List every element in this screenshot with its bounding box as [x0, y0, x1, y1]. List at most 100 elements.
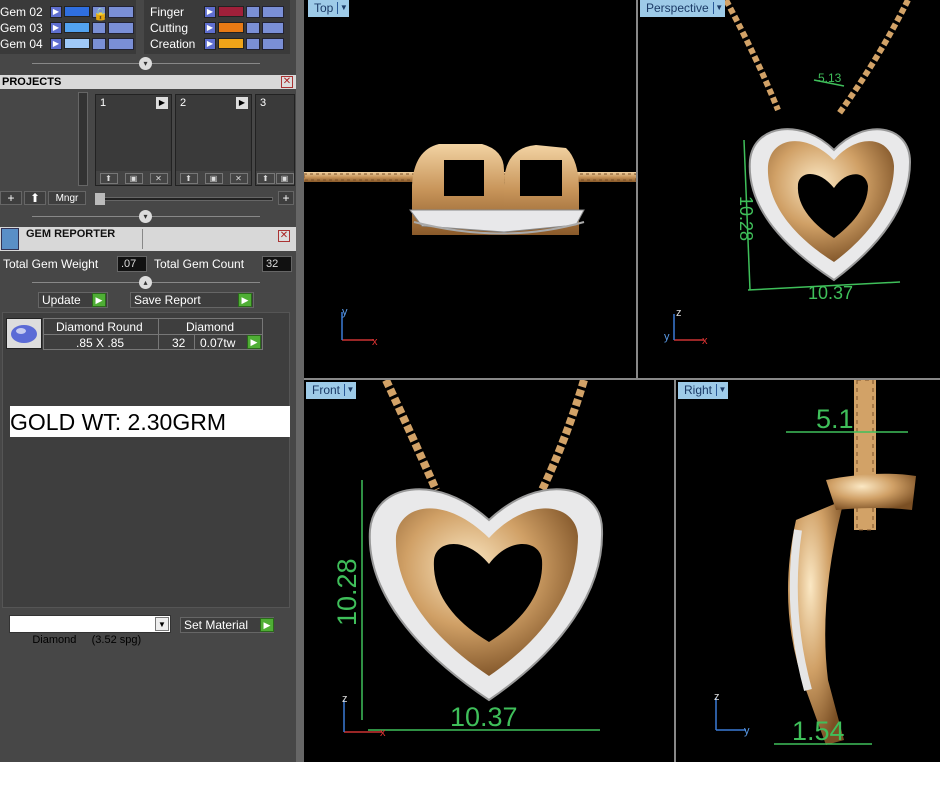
close-icon[interactable]: ✕ — [281, 76, 293, 88]
app-window: Gem 02 ▶ 🔒 Gem 03 ▶ Gem 04 ▶ Finger ▶ Cu… — [0, 0, 940, 762]
lock-toggle[interactable] — [246, 21, 260, 34]
viewport-divider[interactable] — [636, 0, 638, 378]
play-icon[interactable]: ▶ — [50, 21, 62, 34]
save-icon[interactable]: ▣ — [124, 172, 143, 184]
slider-thumb[interactable] — [95, 193, 105, 205]
chain-shape — [382, 380, 440, 492]
material-swatch[interactable] — [64, 22, 90, 33]
project-slot[interactable]: 2 ▶ ⬆ ▣ ✕ — [175, 94, 252, 186]
viewport-front[interactable]: 10.37 10.28 z x Front ▼ — [304, 380, 674, 762]
axis-label: y — [342, 306, 348, 318]
project-slot[interactable]: 1 ▶ ⬆ ▣ ✕ — [95, 94, 172, 186]
viewport-tab-top[interactable]: Top ▼ — [308, 0, 350, 17]
play-icon[interactable]: ▶ — [204, 5, 216, 18]
viewport-divider[interactable] — [674, 380, 676, 762]
close-icon[interactable]: ✕ — [229, 172, 248, 184]
update-play-icon[interactable]: ▶ — [92, 293, 106, 307]
material-row[interactable]: Gem 02 ▶ 🔒 — [0, 4, 134, 21]
project-number: 3 — [260, 97, 267, 109]
lock-toggle[interactable]: 🔒 — [92, 5, 108, 21]
table-divider — [194, 334, 195, 349]
gem-weight: 0.07tw — [200, 336, 236, 350]
viewport-tab-front[interactable]: Front ▼ — [306, 382, 357, 399]
visibility-toggle[interactable] — [262, 5, 284, 18]
material-swatch[interactable] — [64, 6, 90, 17]
gem-play-icon[interactable]: ▶ — [247, 335, 261, 349]
manager-button[interactable]: Mngr — [48, 191, 86, 205]
front-view-render: 10.37 10.28 z x — [332, 380, 604, 739]
chevron-down-icon[interactable]: ▼ — [716, 384, 729, 396]
play-icon[interactable]: ▶ — [50, 37, 62, 50]
save-icon[interactable]: ▣ — [204, 172, 223, 184]
gold-weight-box: GOLD WT: 2.30GRM — [10, 406, 290, 437]
material-label: Gem 02 — [0, 4, 43, 19]
visibility-toggle[interactable] — [108, 21, 134, 34]
close-icon[interactable]: ✕ — [149, 172, 168, 184]
play-icon[interactable]: ▶ — [204, 21, 216, 34]
collapse-icon[interactable]: ▾ — [139, 57, 152, 70]
upload-icon[interactable]: ⬆ — [99, 172, 118, 184]
save-report-label: Save Report — [134, 293, 201, 307]
chain-shape — [723, 0, 781, 112]
visibility-toggle[interactable] — [108, 5, 134, 18]
material-swatch[interactable] — [218, 6, 244, 17]
material-swatch[interactable] — [218, 38, 244, 49]
total-weight-field: .07 — [117, 256, 147, 272]
viewport-title: Top — [314, 1, 334, 15]
viewport-top[interactable]: y x Top ▼ — [304, 0, 636, 378]
material-select[interactable]: Diamond (3.52 spg) ▼ — [9, 615, 171, 646]
viewport-tab-right[interactable]: Right ▼ — [678, 382, 729, 399]
material-row[interactable]: Gem 03 ▶ — [0, 20, 134, 35]
material-row[interactable]: Cutting ▶ — [150, 20, 284, 35]
total-weight-label: Total Gem Weight — [3, 257, 99, 271]
visibility-toggle[interactable] — [262, 37, 284, 50]
projects-slider[interactable] — [95, 197, 273, 201]
viewport-title: Right — [684, 383, 713, 397]
gem-thumbnail[interactable] — [6, 318, 42, 349]
play-icon[interactable]: ▶ — [204, 37, 216, 50]
collapse-icon[interactable]: ▾ — [139, 210, 152, 223]
close-icon[interactable]: ✕ — [278, 230, 290, 242]
material-swatch[interactable] — [218, 22, 244, 33]
lock-toggle[interactable] — [246, 5, 260, 18]
viewport-right[interactable]: 5.1 1.54 z y Right ▼ — [676, 380, 940, 762]
project-slot[interactable]: 3 ⬆ ▣ — [255, 94, 295, 186]
lock-toggle[interactable] — [246, 37, 260, 50]
chevron-down-icon[interactable]: ▼ — [155, 617, 169, 631]
lock-toggle[interactable] — [92, 21, 106, 34]
play-icon[interactable]: ▶ — [50, 5, 62, 18]
collapse-icon[interactable]: ▴ — [139, 276, 152, 289]
play-icon[interactable]: ▶ — [236, 97, 248, 109]
lock-toggle[interactable] — [92, 37, 106, 50]
material-swatch[interactable] — [64, 38, 90, 49]
material-row[interactable]: Gem 04 ▶ — [0, 36, 134, 51]
save-play-icon[interactable]: ▶ — [238, 293, 252, 307]
chevron-down-icon[interactable]: ▼ — [337, 2, 350, 14]
projects-scroll[interactable] — [78, 92, 88, 186]
update-label: Update — [42, 293, 81, 307]
material-label: Finger — [150, 4, 185, 19]
save-icon[interactable]: ▣ — [275, 172, 294, 184]
gem-count: 32 — [172, 336, 186, 350]
material-row[interactable]: Creation ▶ — [150, 36, 284, 51]
upload-icon[interactable]: ⬆ — [256, 172, 275, 184]
save-report-button[interactable]: Save Report — [130, 292, 254, 308]
visibility-toggle[interactable] — [262, 21, 284, 34]
material-row[interactable]: Finger ▶ — [150, 4, 284, 19]
up-button[interactable]: ⬆ — [24, 191, 46, 205]
viewport-title: Perspective — [646, 1, 709, 15]
upload-icon[interactable]: ⬆ — [179, 172, 198, 184]
add-project-button[interactable]: + — [0, 191, 22, 205]
viewport-perspective[interactable]: 10.37 10.28 5.13 z y x Perspective ▼ — [638, 0, 940, 378]
panel-splitter[interactable] — [296, 0, 304, 762]
visibility-toggle[interactable] — [108, 37, 134, 50]
chevron-down-icon[interactable]: ▼ — [712, 2, 725, 14]
chevron-down-icon[interactable]: ▼ — [344, 384, 357, 396]
set-material-play-icon[interactable]: ▶ — [260, 618, 274, 632]
add-slot-button[interactable]: + — [278, 191, 294, 205]
axis-label: z — [342, 693, 348, 705]
play-icon[interactable]: ▶ — [156, 97, 168, 109]
viewport-divider[interactable] — [304, 378, 940, 380]
left-panel: Gem 02 ▶ 🔒 Gem 03 ▶ Gem 04 ▶ Finger ▶ Cu… — [0, 0, 296, 762]
viewport-tab-perspective[interactable]: Perspective ▼ — [640, 0, 725, 17]
